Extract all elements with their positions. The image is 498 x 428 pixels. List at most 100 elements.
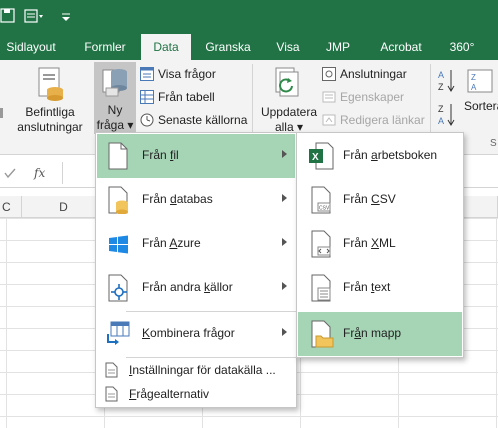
sort-label: Sortera xyxy=(464,99,498,113)
from-table-label: Från tabell xyxy=(158,90,215,104)
new-query-label-1: Ny xyxy=(107,103,123,117)
new-query-label-2: fråga ▾ xyxy=(96,118,134,132)
tab-jmp[interactable]: JMP xyxy=(318,34,358,60)
recent-sources-button[interactable]: Senaste källorna xyxy=(138,110,247,130)
menu-item-label: Från arbetsboken xyxy=(343,148,438,162)
menu-item-label: Frågealternativ xyxy=(129,387,210,401)
show-queries-label: Visa frågor xyxy=(158,67,216,81)
tab-360[interactable]: 360° xyxy=(442,34,482,60)
group-launcher[interactable]: S xyxy=(490,138,497,149)
folder-icon xyxy=(308,320,334,348)
menu-item-label: Kombinera frågor xyxy=(142,326,235,340)
menu-item-label: Från databas xyxy=(142,192,213,206)
other-sources-icon xyxy=(105,274,131,302)
recent-sources-icon xyxy=(140,113,154,127)
enter-check-icon[interactable] xyxy=(4,167,16,179)
title-bar xyxy=(0,0,498,34)
new-query-icon xyxy=(100,64,130,100)
insert-function-button[interactable]: fx xyxy=(34,166,45,180)
menu-item-combine-queries[interactable]: Kombinera frågor xyxy=(97,312,295,356)
refresh-all-label-1: Uppdatera xyxy=(260,105,318,119)
menu-item-label: Från CSV xyxy=(343,192,396,206)
existing-connections-icon xyxy=(35,66,65,102)
menu-item-query-options[interactable]: Frågealternativ xyxy=(97,383,295,405)
from-table-icon xyxy=(140,90,154,104)
csv-file-icon: CSV xyxy=(308,186,334,214)
tab-formler[interactable]: Formler xyxy=(74,34,136,60)
menu-divider xyxy=(126,357,296,358)
connections-icon xyxy=(322,67,336,81)
menu-item-from-azure[interactable]: Från Azure xyxy=(97,222,295,266)
properties-label: Egenskaper xyxy=(340,90,405,104)
submenu-arrow-icon xyxy=(282,282,287,290)
refresh-all-icon xyxy=(274,66,304,102)
menu-item-data-source-settings[interactable]: Inställningar för datakälla ... xyxy=(97,359,295,381)
menu-item-label: Från andra källor xyxy=(142,280,233,294)
database-icon xyxy=(105,186,131,214)
svg-text:Z: Z xyxy=(471,73,476,82)
menu-item-label: Från fil xyxy=(142,148,179,162)
connections-button[interactable]: Anslutningar xyxy=(320,64,407,84)
column-header-c[interactable]: C xyxy=(0,196,22,218)
menu-item-from-folder[interactable]: Från mapp xyxy=(298,312,462,356)
svg-text:A: A xyxy=(438,116,444,126)
svg-text:Z: Z xyxy=(438,82,444,92)
form-icon[interactable] xyxy=(24,8,46,24)
submenu-arrow-icon xyxy=(282,150,287,158)
column-header-d[interactable]: D xyxy=(22,196,106,218)
tab-data[interactable]: Data xyxy=(141,34,191,60)
svg-text:A: A xyxy=(438,70,444,80)
properties-button[interactable]: Egenskaper xyxy=(320,87,404,107)
query-options-icon xyxy=(103,386,119,402)
ribbon-tabs: Sidlayout Formler Data Granska Visa JMP … xyxy=(0,34,498,60)
sort-icon: ZA xyxy=(466,66,496,96)
azure-windows-icon xyxy=(105,230,131,258)
data-source-settings-icon xyxy=(103,362,119,378)
menu-item-label: Från Azure xyxy=(142,236,201,250)
tab-sidlayout[interactable]: Sidlayout xyxy=(0,34,62,60)
from-file-submenu: X Från arbetsboken CSV Från CSV Från XML… xyxy=(296,132,464,358)
menu-item-from-other-sources[interactable]: Från andra källor xyxy=(97,266,295,310)
svg-text:Z: Z xyxy=(438,104,444,114)
excel-workbook-icon: X xyxy=(308,142,334,170)
svg-text:X: X xyxy=(312,152,319,163)
menu-item-from-csv[interactable]: CSV Från CSV xyxy=(298,178,462,222)
menu-item-from-database[interactable]: Från databas xyxy=(97,178,295,222)
submenu-arrow-icon xyxy=(282,194,287,202)
existing-connections-button[interactable]: Befintliga anslutningar xyxy=(12,66,88,135)
menu-item-label: Inställningar för datakälla ... xyxy=(129,363,276,377)
tab-visa[interactable]: Visa xyxy=(266,34,310,60)
existing-connections-label-2: anslutningar xyxy=(17,120,83,134)
menu-item-from-text[interactable]: Från text xyxy=(298,266,462,310)
customize-qat-icon[interactable] xyxy=(58,8,74,24)
new-query-button[interactable]: Ny fråga ▾ xyxy=(94,62,136,134)
save-icon[interactable] xyxy=(0,8,16,24)
combine-queries-icon xyxy=(105,320,131,348)
tab-granska[interactable]: Granska xyxy=(198,34,258,60)
menu-item-label: Från text xyxy=(343,280,391,294)
submenu-arrow-icon xyxy=(282,238,287,246)
new-query-menu: Från fil Från databas Från Azure Från an… xyxy=(95,132,297,408)
show-queries-icon xyxy=(140,67,154,81)
menu-item-label: Från XML xyxy=(343,236,396,250)
existing-connections-label-1: Befintliga xyxy=(25,105,75,119)
svg-text:A: A xyxy=(471,83,477,92)
menu-item-from-xml[interactable]: Från XML xyxy=(298,222,462,266)
edit-links-icon xyxy=(322,113,336,127)
svg-text:CSV: CSV xyxy=(319,206,330,212)
menu-item-from-workbook[interactable]: X Från arbetsboken xyxy=(298,134,462,178)
show-queries-button[interactable]: Visa frågor xyxy=(138,64,216,84)
text-file-icon xyxy=(308,274,334,302)
menu-item-label: Från mapp xyxy=(343,326,402,340)
menu-item-from-file[interactable]: Från fil xyxy=(97,134,295,178)
edit-links-label: Redigera länkar xyxy=(340,113,425,127)
sort-az-icon[interactable]: AZZA xyxy=(438,68,458,126)
refresh-all-button[interactable]: Uppdatera alla ▾ xyxy=(256,66,322,135)
tab-acrobat[interactable]: Acrobat xyxy=(372,34,430,60)
file-icon xyxy=(105,142,131,170)
from-table-button[interactable]: Från tabell xyxy=(138,87,215,107)
edit-links-button[interactable]: Redigera länkar xyxy=(320,110,425,130)
sort-button[interactable]: ZA Sortera xyxy=(460,66,498,126)
recent-sources-label: Senaste källorna xyxy=(158,113,248,127)
partial-left-button[interactable] xyxy=(0,104,4,124)
